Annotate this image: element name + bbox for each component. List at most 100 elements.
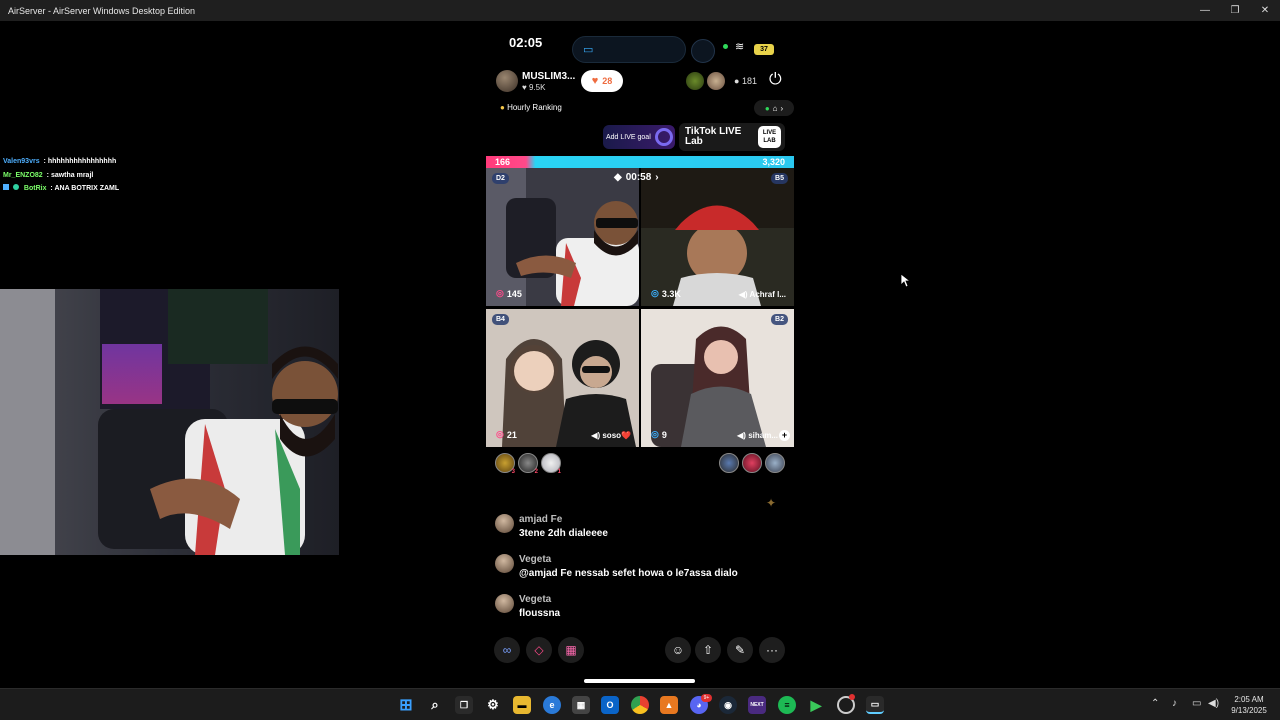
- comment-username[interactable]: Vegeta: [519, 554, 551, 565]
- maximize-button[interactable]: ❐: [1220, 0, 1250, 21]
- live-dot-icon: ●: [764, 103, 770, 113]
- network-icon[interactable]: ▭: [1192, 698, 1201, 709]
- status-time: 02:05: [509, 35, 543, 50]
- diamond-icon: ◆: [614, 171, 622, 183]
- live-comments: amjad Fe 3tene 2dh dialeeee Vegeta @amja…: [494, 511, 784, 631]
- gifter-avatar[interactable]: 2: [518, 453, 538, 475]
- tile-score: ◎ 145: [496, 288, 522, 299]
- windows-taskbar: ⊞ ⌕ ❐ ⚙ ▬ e ▦ O ▲ ◕ 9+ ◉ NEXT ≡ ▶ ▭ ⌃ ♪ …: [0, 688, 1280, 720]
- tile-guest-name-value: soso❤️: [602, 431, 631, 440]
- apps-grid-icon[interactable]: ▦: [558, 637, 584, 663]
- chat-message: sawtha mrajl: [50, 171, 94, 179]
- gifter-avatar[interactable]: [742, 453, 762, 473]
- guest-video: [641, 168, 794, 306]
- host-name[interactable]: MUSLIM3...: [522, 71, 575, 82]
- gifter-avatar[interactable]: [719, 453, 739, 473]
- close-button[interactable]: ✕: [1250, 0, 1280, 21]
- guest-tile[interactable]: B5 ◎ 3.3K ◀) Achraf l...: [641, 168, 794, 306]
- tile-rank-badge: B5: [771, 173, 788, 184]
- comment-item[interactable]: Vegeta @amjad Fe nessab sefet howa o le7…: [494, 551, 784, 591]
- volume-icon[interactable]: ◀): [1208, 698, 1219, 709]
- kick-icon[interactable]: ▶: [807, 696, 825, 714]
- camera-indicator-icon: [723, 44, 728, 49]
- heart-icon: ♥: [591, 75, 599, 87]
- bot-badge-icon: [3, 184, 9, 190]
- hourly-ranking[interactable]: ● Hourly Ranking: [500, 103, 562, 112]
- tile-rank-badge: D2: [492, 173, 509, 184]
- chrome-icon[interactable]: [631, 696, 649, 714]
- vlc-icon[interactable]: ▲: [660, 696, 678, 714]
- next-app-icon[interactable]: NEXT: [748, 696, 766, 714]
- airserver-icon[interactable]: ▭: [866, 696, 884, 714]
- guest-tile[interactable]: B4 ◎ 21 ◀) soso❤️: [486, 309, 639, 447]
- effects-wand-icon[interactable]: ✎: [727, 637, 753, 663]
- taskbar-clock[interactable]: 2:05 AM 9/13/2025: [1222, 694, 1276, 716]
- task-view-icon[interactable]: ❐: [455, 696, 473, 714]
- live-lab-logo: LIVE LAB: [758, 126, 781, 148]
- wifi-icon: ≋: [735, 41, 745, 53]
- store-icon[interactable]: ▦: [572, 696, 590, 714]
- person-icon: ●: [734, 76, 740, 86]
- host-likes-value: 9.5K: [528, 83, 546, 92]
- add-guest-icon[interactable]: +: [779, 430, 790, 441]
- like-button[interactable]: ♥ 28: [581, 70, 623, 92]
- gift-animation-icon: ✦: [766, 496, 777, 510]
- tray-chevron-icon[interactable]: ⌃: [1151, 698, 1159, 709]
- file-explorer-icon[interactable]: ▬: [513, 696, 531, 714]
- comment-avatar[interactable]: [495, 554, 514, 573]
- chat-line: BotRix : ANA BOTRIX ZAML: [3, 182, 263, 196]
- battle-timer[interactable]: ◆ 00:58 ›: [614, 170, 674, 184]
- comment-settings-icon[interactable]: ☺: [665, 637, 691, 663]
- host-row: MUSLIM3... ♥ 9.5K ♥ 28 ● 181 ⏻: [496, 70, 790, 96]
- comment-avatar[interactable]: [495, 594, 514, 613]
- battle-right-score: 3,320: [762, 157, 785, 167]
- tile-score-value: 9: [661, 429, 667, 440]
- top-viewer-avatar[interactable]: [707, 72, 725, 90]
- hand-icon: ●: [500, 103, 505, 112]
- guest-video: [486, 309, 639, 447]
- guest-tile[interactable]: D2 ◎ 145: [486, 168, 639, 306]
- gifter-avatar[interactable]: 3: [495, 453, 515, 475]
- top-viewer-avatar[interactable]: [686, 72, 704, 90]
- home-indicator[interactable]: [584, 679, 695, 683]
- windows-start-icon[interactable]: ⊞: [397, 696, 415, 714]
- steam-icon[interactable]: ◉: [719, 696, 737, 714]
- battle-score-bar: 166 3,320: [486, 156, 794, 168]
- spotify-icon[interactable]: ≡: [778, 696, 796, 714]
- tile-rank-badge: B2: [771, 314, 788, 325]
- gift-icon: ◎: [651, 288, 659, 298]
- gifter-avatar[interactable]: [765, 453, 785, 473]
- guest-tile[interactable]: B2 ◎ 9 ◀) siham... +: [641, 309, 794, 447]
- host-avatar[interactable]: [496, 70, 518, 92]
- chat-line: Valen93vrs : hhhhhhhhhhhhhhhh: [3, 155, 263, 169]
- stream-chat-overlay: Valen93vrs : hhhhhhhhhhhhhhhh Mr_ENZO82 …: [3, 155, 263, 196]
- comment-avatar[interactable]: [495, 514, 514, 533]
- link-icon[interactable]: ∞: [494, 637, 520, 663]
- more-icon[interactable]: ···: [759, 637, 785, 663]
- comment-username[interactable]: Vegeta: [519, 594, 551, 605]
- edge-icon[interactable]: e: [543, 696, 561, 714]
- comment-username[interactable]: amjad Fe: [519, 514, 562, 525]
- power-icon[interactable]: ⏻: [769, 71, 782, 89]
- top-gifters-right: [719, 453, 785, 473]
- tiktok-live-lab-banner[interactable]: TikTok LIVE Lab LIVE LAB: [679, 123, 785, 151]
- gift-icon: ◎: [496, 288, 504, 298]
- ranking-expand-button[interactable]: ● ⌂ ›: [754, 100, 794, 116]
- outlook-icon[interactable]: O: [601, 696, 619, 714]
- add-live-goal-button[interactable]: Add LIVE goal: [603, 125, 675, 149]
- chat-separator: :: [46, 171, 49, 179]
- viewer-count-value: 181: [741, 76, 757, 86]
- like-count: 28: [602, 76, 613, 86]
- viewer-count[interactable]: ● 181: [734, 76, 757, 86]
- share-icon[interactable]: ⇧: [695, 637, 721, 663]
- mirrored-phone-screen: 02:05 ▭ ≋ 37 MUSLIM3... ♥ 9.5K ♥ 28 ● 18…: [486, 22, 794, 688]
- comment-item[interactable]: Vegeta floussna: [494, 591, 784, 631]
- battle-icon[interactable]: ◇: [526, 637, 552, 663]
- comment-item[interactable]: amjad Fe 3tene 2dh dialeeee: [494, 511, 784, 551]
- gifter-avatar[interactable]: 1: [541, 453, 561, 475]
- minimize-button[interactable]: —: [1190, 0, 1220, 21]
- microphone-icon[interactable]: ♪: [1172, 698, 1177, 709]
- settings-icon[interactable]: ⚙: [484, 696, 502, 714]
- search-icon[interactable]: ⌕: [426, 696, 444, 714]
- clock-date: 9/13/2025: [1231, 706, 1267, 715]
